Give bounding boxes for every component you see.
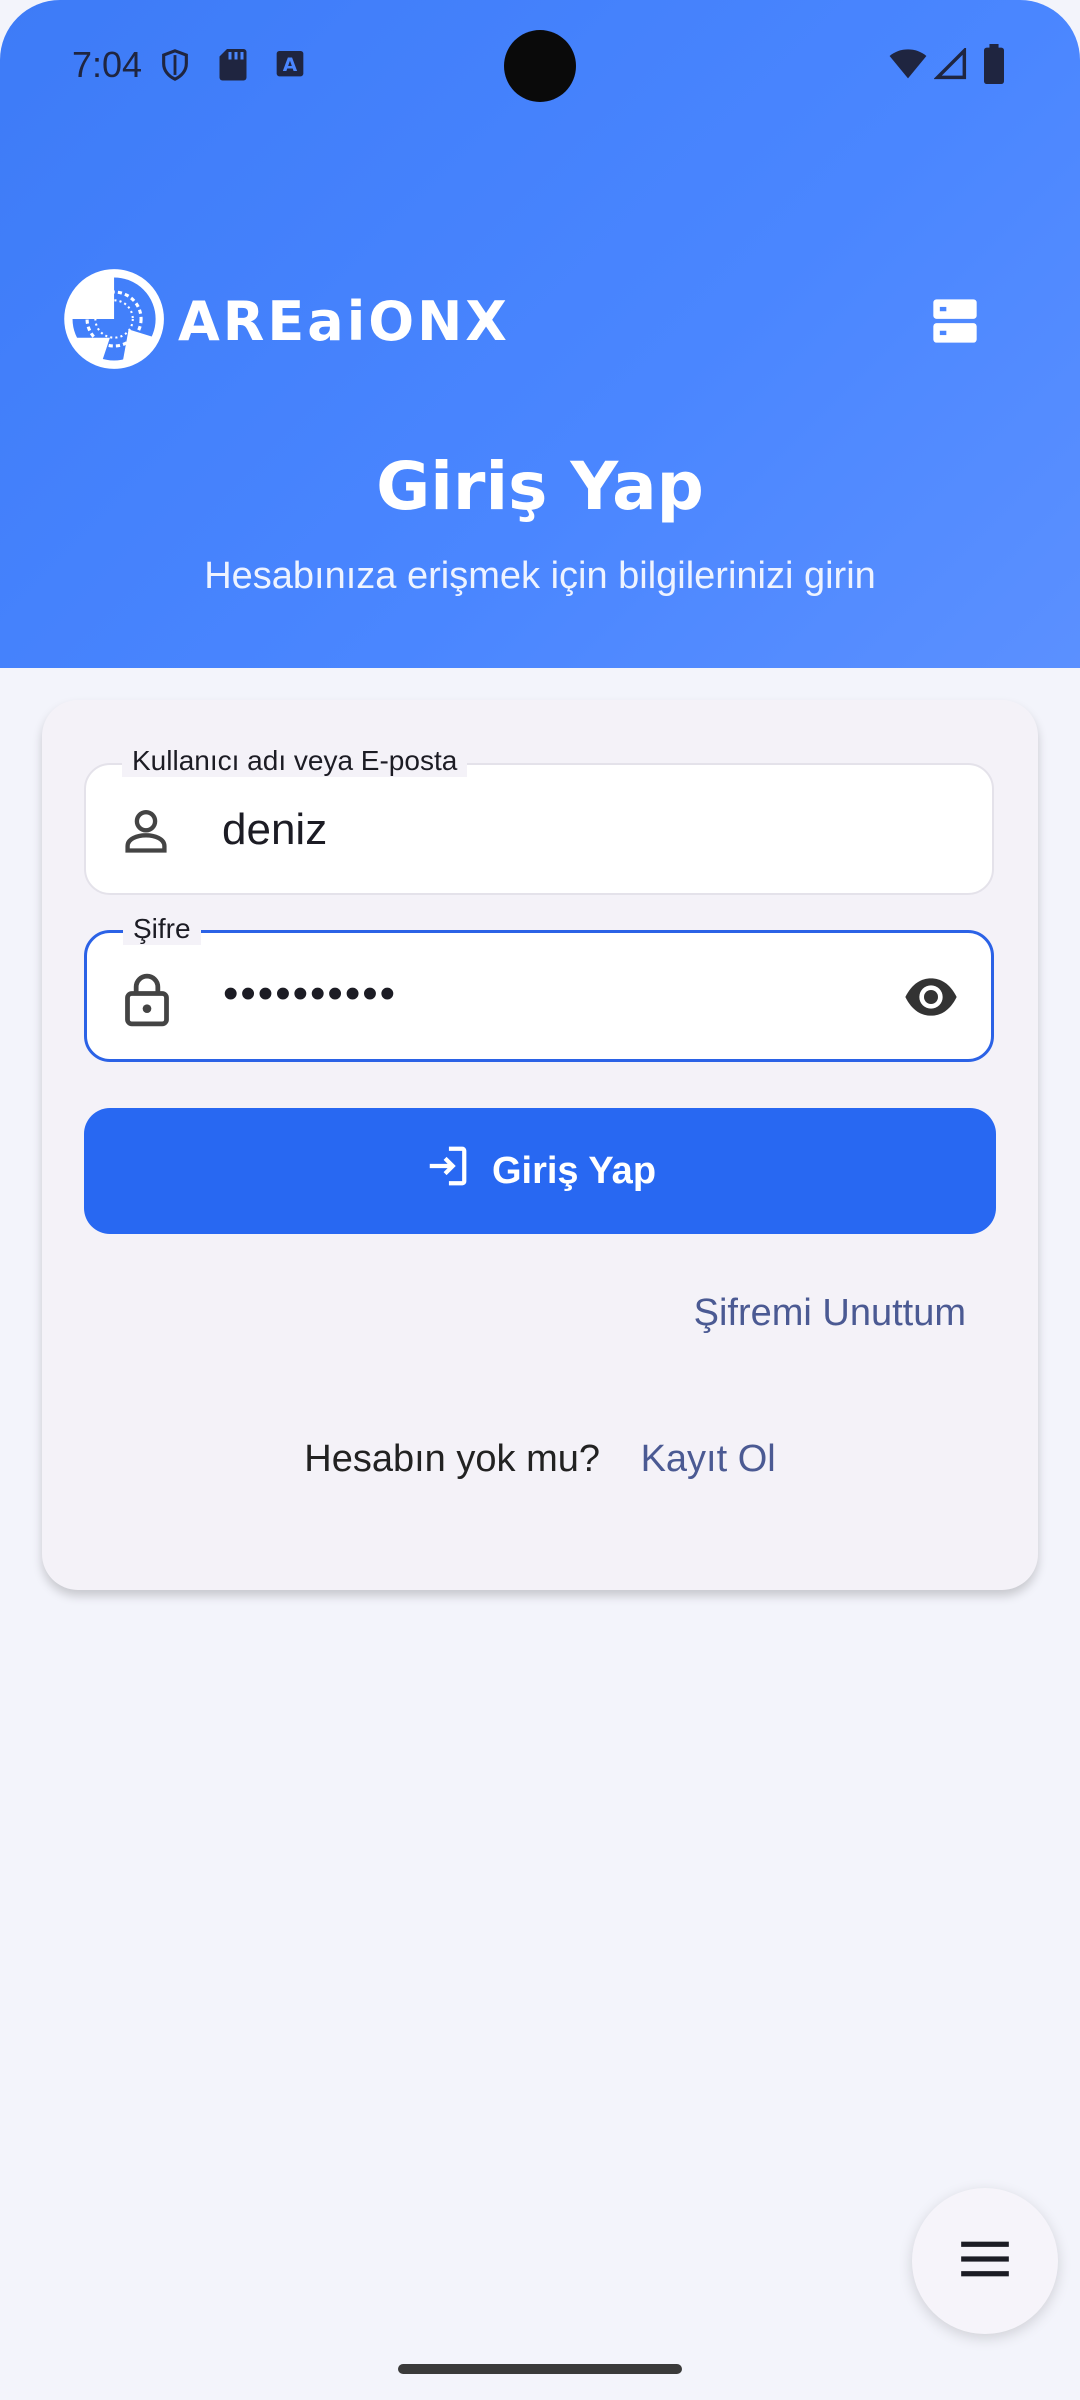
server-settings-button[interactable]	[910, 278, 1000, 368]
forgot-password-link[interactable]: Şifremi Unuttum	[694, 1292, 966, 1335]
login-button-label: Giriş Yap	[491, 1149, 657, 1192]
person-icon	[120, 803, 172, 864]
wifi-icon	[888, 48, 928, 85]
menu-icon	[959, 2239, 1011, 2284]
menu-fab[interactable]	[912, 2188, 1058, 2334]
cell-signal-icon	[933, 46, 968, 85]
battery-icon	[982, 44, 1006, 89]
username-input[interactable]: deniz	[222, 805, 862, 855]
page-title: Giriş Yap	[376, 448, 704, 525]
status-bar: 7:04 A	[0, 0, 1080, 130]
username-field[interactable]: Kullanıcı adı veya E-posta deniz	[84, 745, 994, 895]
password-input[interactable]: ••••••••••	[223, 969, 863, 1019]
signup-link[interactable]: Kayıt Ol	[641, 1438, 776, 1480]
login-screen: 7:04 A AREaiONX Giriş Yap Hesabınıza eri…	[0, 0, 1080, 2400]
sd-card-icon	[218, 46, 248, 87]
camera-cutout	[504, 30, 576, 102]
app-notification-icon: A	[274, 46, 306, 85]
password-label: Şifre	[123, 913, 201, 945]
server-icon	[929, 295, 981, 352]
home-indicator[interactable]	[398, 2364, 682, 2374]
globe-logo-icon	[60, 265, 164, 378]
password-field[interactable]: Şifre ••••••••••	[84, 913, 994, 1062]
svg-text:A: A	[283, 55, 298, 76]
login-card: Kullanıcı adı veya E-posta deniz Şifre •…	[42, 700, 1038, 1590]
brand-name: AREaiONX	[178, 289, 510, 353]
signup-row: Hesabın yok mu? Kayıt Ol	[42, 1438, 1038, 1481]
login-button[interactable]: Giriş Yap	[84, 1108, 996, 1234]
signup-question: Hesabın yok mu?	[304, 1438, 600, 1480]
lock-icon	[121, 971, 173, 1034]
show-password-icon[interactable]	[901, 969, 961, 1030]
status-time: 7:04	[72, 44, 143, 85]
username-label: Kullanıcı adı veya E-posta	[122, 745, 468, 777]
login-icon	[424, 1143, 492, 1199]
page-subtitle: Hesabınıza erişmek için bilgilerinizi gi…	[204, 555, 876, 597]
shield-icon	[158, 46, 192, 89]
brand-logo: AREaiONX	[60, 266, 510, 376]
